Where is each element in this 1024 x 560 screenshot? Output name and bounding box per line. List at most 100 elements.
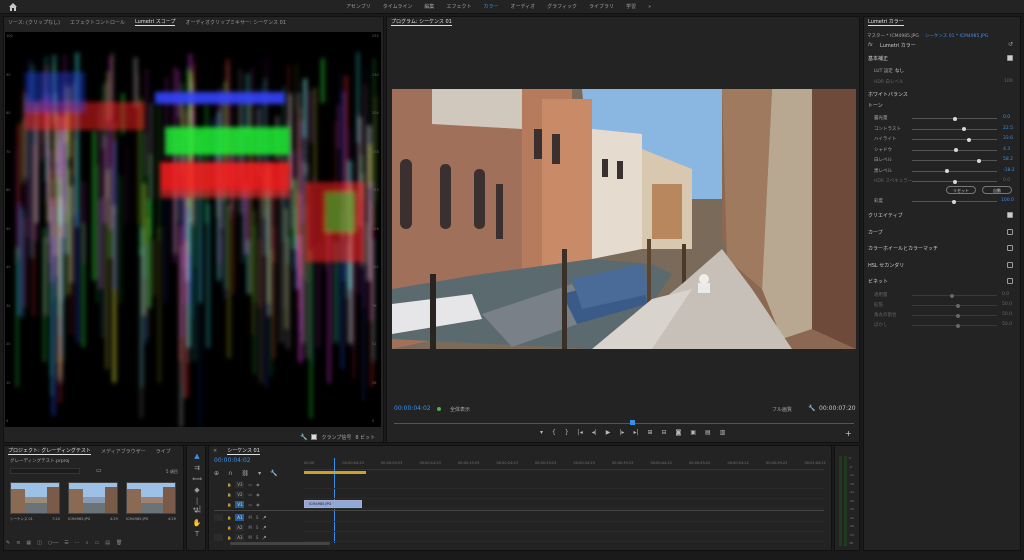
mic-icon[interactable]: 🎤 [262, 536, 266, 540]
slider-knob[interactable] [952, 199, 956, 204]
scope-tab[interactable]: オーディオクリップミキサー: シーケンス 01 [185, 19, 286, 26]
track-label[interactable]: V1 [235, 501, 245, 508]
project-tab[interactable]: ライブ [156, 448, 171, 455]
tab-program[interactable]: プログラム: シーケンス 01 [391, 18, 452, 26]
snap-icon[interactable]: ∩ [228, 470, 232, 477]
mark-in-icon[interactable]: { [552, 429, 556, 436]
timeline-ruler[interactable]: 00:00 00:00:04:23 00:00:09:23 00:00:14:23 00… [304, 458, 826, 470]
mute-icon[interactable]: M [248, 525, 251, 530]
track-label[interactable]: V2 [235, 491, 245, 498]
tone-slider-value[interactable]: -18.2 [1003, 168, 1015, 173]
effect-dropdown[interactable]: Lumetri カラー [880, 42, 916, 49]
lumetri-section[interactable]: カーブ [868, 229, 883, 236]
vr-icon[interactable]: ▥ [720, 429, 726, 436]
slider-knob[interactable] [956, 303, 960, 308]
timeline-timecode[interactable]: 00:00:04:02 [214, 457, 251, 464]
sync-lock-icon[interactable]: ▭ [248, 492, 252, 497]
type-tool-icon[interactable]: T [192, 530, 202, 538]
vignette-value[interactable]: 50.0 [1002, 302, 1012, 307]
vignette-value[interactable]: 50.0 [1002, 322, 1012, 327]
overwrite-icon[interactable]: ⊟ [662, 429, 667, 436]
workspace-tab[interactable]: エフェクト [440, 0, 477, 14]
lumetri-section[interactable]: カラーホイールとカラーマッチ [868, 245, 938, 252]
mic-icon[interactable]: 🎤 [262, 526, 266, 530]
auto-button[interactable]: 自動 [982, 186, 1012, 194]
lumetri-section[interactable]: クリエイティブ [868, 212, 903, 219]
track-target-toggle[interactable] [214, 514, 223, 521]
ripple-edit-icon[interactable]: ⟺ [192, 475, 202, 483]
slider-knob[interactable] [956, 323, 960, 328]
saturation-value[interactable]: 100.0 [1001, 198, 1014, 203]
section-checkbox[interactable] [1007, 261, 1013, 268]
track-lock-icon[interactable]: 🔒 [227, 536, 231, 540]
section-checkbox[interactable] [1007, 212, 1013, 218]
tone-slider[interactable] [912, 158, 997, 163]
new-bin-icon[interactable]: ▭ [96, 467, 102, 474]
track-lock-icon[interactable]: 🔒 [227, 516, 231, 520]
tone-slider[interactable] [912, 169, 997, 173]
hdr-white-value[interactable]: 100 [1004, 79, 1013, 84]
trash-icon[interactable]: 🗑 [116, 540, 122, 546]
tab-sequence[interactable]: シーケンス 01 [227, 447, 260, 455]
eye-icon[interactable]: ◉ [256, 492, 260, 497]
lumetri-section[interactable]: HSL セカンダリ [868, 262, 904, 269]
section-checkbox[interactable] [1007, 228, 1013, 235]
freeform-view-icon[interactable]: ◫ [37, 540, 42, 546]
sequence-clip-label[interactable]: シーケンス 01 * ICM4985.JPG [925, 33, 988, 39]
scope-tab[interactable]: ソース: (クリップなし) [8, 19, 60, 26]
workspace-tab[interactable]: 学習 [620, 0, 642, 14]
slider-knob[interactable] [977, 158, 982, 163]
pencil-icon[interactable]: ✎ [6, 540, 10, 546]
basic-correction-section[interactable]: 基本補正 [868, 55, 888, 62]
automate-icon[interactable]: ⋯ [75, 540, 80, 546]
step-forward-icon[interactable]: |▸ [619, 429, 624, 436]
new-item-icon[interactable]: ▤ [105, 540, 110, 546]
track-target-toggle[interactable] [214, 534, 223, 541]
add-button-icon[interactable]: + [845, 429, 852, 438]
multi-view-icon[interactable]: ▤ [705, 429, 711, 436]
sync-lock-icon[interactable]: ▭ [248, 502, 252, 507]
mute-icon[interactable]: M [248, 535, 251, 540]
selection-tool-icon[interactable]: ▲ [192, 452, 202, 460]
track-lock-icon[interactable]: 🔒 [227, 503, 231, 507]
list-view-icon[interactable]: ≡ [16, 540, 20, 546]
white-balance-section[interactable]: ホワイトバランス [868, 91, 908, 98]
tone-slider-value[interactable]: 33.6 [1003, 136, 1013, 141]
bit-depth-dropdown[interactable]: 8 ビット [355, 434, 375, 441]
workspace-tab[interactable]: タイムライン [377, 0, 419, 14]
master-clip-label[interactable]: マスター * ICM4985.JPG [867, 33, 919, 39]
vignette-slider[interactable] [912, 303, 997, 308]
fit-dropdown[interactable]: 全体表示 [450, 406, 470, 413]
vignette-slider[interactable] [912, 293, 997, 298]
vignette-slider[interactable] [912, 323, 997, 328]
mark-out-icon[interactable]: } [565, 429, 569, 436]
eye-icon[interactable]: ◉ [256, 482, 260, 487]
track-label[interactable]: A2 [235, 524, 245, 531]
track-lane[interactable] [304, 523, 824, 532]
slider-knob[interactable] [961, 127, 966, 131]
hand-tool-icon[interactable]: ✋ [192, 519, 202, 527]
workspace-tab[interactable]: グラフィック [541, 0, 583, 14]
insert-icon[interactable]: ⊞ [647, 429, 652, 436]
home-icon[interactable] [8, 2, 18, 11]
track-select-icon[interactable]: ⇉ [192, 464, 202, 472]
reset-button[interactable]: リセット [946, 186, 976, 194]
reset-effect-icon[interactable]: ↺ [1008, 41, 1013, 48]
settings-wrench-icon[interactable]: 🔧 [808, 405, 815, 412]
comparison-icon[interactable]: ▣ [690, 429, 696, 436]
project-search-input[interactable] [10, 468, 80, 474]
track-lane[interactable] [304, 533, 824, 542]
pen-tool-icon[interactable]: ✒ [192, 508, 202, 516]
workspace-tab[interactable]: 編集 [418, 0, 440, 14]
slider-knob[interactable] [956, 313, 960, 318]
icon-view-icon[interactable]: ▦ [26, 540, 31, 546]
slider-knob[interactable] [952, 179, 957, 184]
slider-knob[interactable] [944, 169, 949, 173]
solo-icon[interactable]: S [256, 525, 259, 530]
project-item-thumbnail[interactable] [126, 482, 176, 514]
track-lock-icon[interactable]: 🔒 [227, 493, 231, 497]
vignette-value[interactable]: 0.0 [1002, 292, 1009, 297]
timeline-zoom-scroll[interactable] [230, 542, 330, 545]
section-checkbox[interactable] [1007, 245, 1013, 251]
track-lane[interactable] [304, 500, 824, 509]
